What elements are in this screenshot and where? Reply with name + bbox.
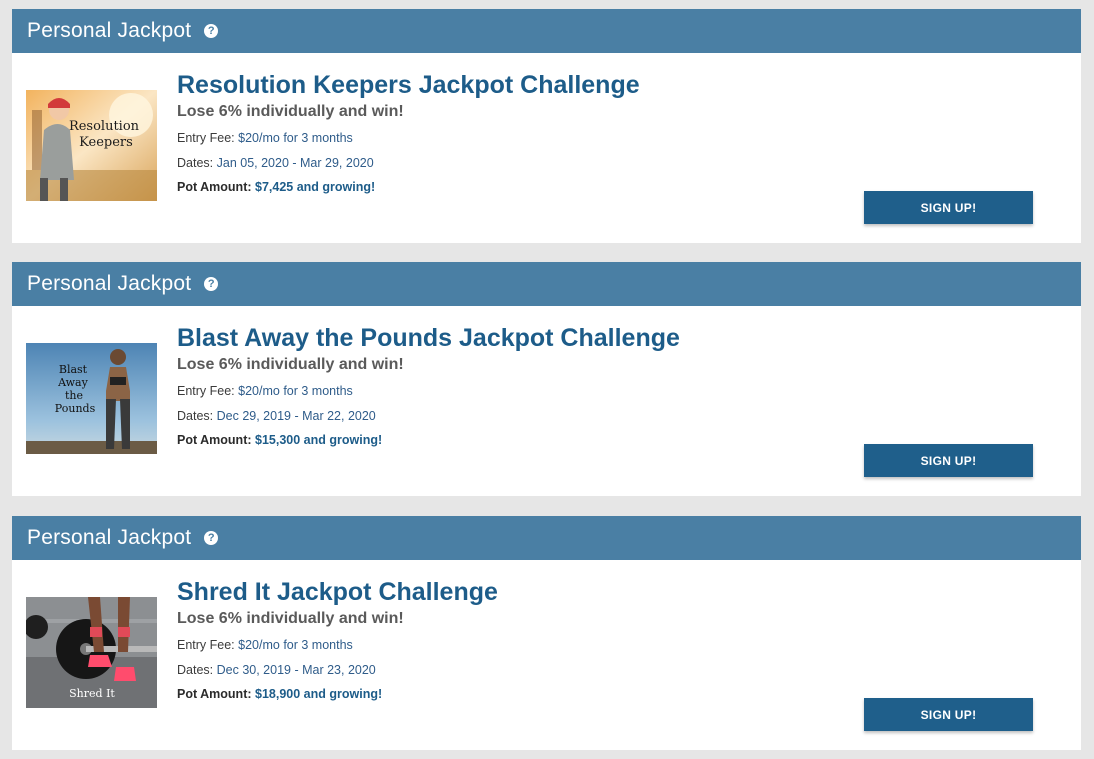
challenge-thumbnail[interactable]: Shred It — [26, 597, 157, 708]
thumbnail-caption-line2: Away — [57, 376, 88, 389]
card-header-title: Personal Jackpot — [27, 526, 192, 549]
thumbnail-caption: Shred It — [69, 687, 115, 700]
challenge-thumbnail[interactable]: Resolution Keepers — [26, 90, 157, 201]
pot-amount: Pot Amount: $15,300 and growing! — [177, 432, 680, 448]
thumbnail-caption-line1: Blast — [59, 363, 88, 376]
entry-fee-value: $20/mo for 3 months — [238, 131, 353, 145]
challenge-subtitle: Lose 6% individually and win! — [177, 356, 404, 373]
sign-up-button[interactable]: SIGN UP! — [864, 444, 1033, 477]
pot-amount-label: Pot Amount: — [177, 433, 252, 447]
challenge-details: Shred It Jackpot Challenge Lose 6% indiv… — [177, 577, 498, 702]
dates-value: Dec 29, 2019 - Mar 22, 2020 — [216, 409, 376, 423]
entry-fee-label: Entry Fee: — [177, 131, 235, 145]
challenge-title[interactable]: Blast Away the Pounds Jackpot Challenge — [177, 323, 680, 353]
sign-up-button[interactable]: SIGN UP! — [864, 698, 1033, 731]
entry-fee-label: Entry Fee: — [177, 384, 235, 398]
thumbnail-caption-line3: the — [65, 389, 83, 402]
pot-amount-label: Pot Amount: — [177, 687, 252, 701]
challenge-details: Blast Away the Pounds Jackpot Challenge … — [177, 323, 680, 448]
question-circle-icon[interactable]: ? — [204, 531, 219, 545]
challenge-thumbnail[interactable]: Blast Away the Pounds — [26, 343, 157, 454]
entry-fee-value: $20/mo for 3 months — [238, 384, 353, 398]
dates-value: Dec 30, 2019 - Mar 23, 2020 — [216, 663, 376, 677]
thumbnail-caption-line4: Pounds — [55, 402, 96, 415]
card-header-title: Personal Jackpot — [27, 19, 192, 42]
entry-fee: Entry Fee: $20/mo for 3 months — [177, 637, 498, 653]
question-circle-icon[interactable]: ? — [204, 277, 219, 291]
challenge-subtitle: Lose 6% individually and win! — [177, 610, 404, 627]
pot-amount-value: $7,425 and growing! — [255, 180, 376, 194]
thumbnail-caption-line1: Resolution — [69, 119, 140, 134]
challenge-title[interactable]: Shred It Jackpot Challenge — [177, 577, 498, 607]
card-header: Personal Jackpot ? — [12, 9, 1081, 53]
entry-fee: Entry Fee: $20/mo for 3 months — [177, 130, 640, 146]
sign-up-button[interactable]: SIGN UP! — [864, 191, 1033, 224]
challenge-card-resolution-keepers: Personal Jackpot ? Resolution Keepers Re… — [12, 9, 1081, 243]
challenge-dates: Dates: Jan 05, 2020 - Mar 29, 2020 — [177, 155, 640, 171]
dates-label: Dates: — [177, 156, 214, 170]
dates-label: Dates: — [177, 663, 214, 677]
challenge-details: Resolution Keepers Jackpot Challenge Los… — [177, 70, 640, 195]
entry-fee-label: Entry Fee: — [177, 638, 235, 652]
challenge-card-blast-away-the-pounds: Personal Jackpot ? Blast Away the Pounds — [12, 262, 1081, 496]
challenge-dates: Dates: Dec 29, 2019 - Mar 22, 2020 — [177, 408, 680, 424]
challenge-card-shred-it: Personal Jackpot ? Shred It Shred It Jac… — [12, 516, 1081, 750]
entry-fee: Entry Fee: $20/mo for 3 months — [177, 383, 680, 399]
dates-value: Jan 05, 2020 - Mar 29, 2020 — [216, 156, 374, 170]
pot-amount-value: $18,900 and growing! — [255, 687, 383, 701]
challenge-subtitle: Lose 6% individually and win! — [177, 103, 404, 120]
pot-amount: Pot Amount: $18,900 and growing! — [177, 686, 498, 702]
pot-amount-label: Pot Amount: — [177, 180, 252, 194]
dates-label: Dates: — [177, 409, 214, 423]
thumbnail-caption-line2: Keepers — [79, 135, 133, 150]
card-header-title: Personal Jackpot — [27, 272, 192, 295]
challenge-title[interactable]: Resolution Keepers Jackpot Challenge — [177, 70, 640, 100]
challenge-dates: Dates: Dec 30, 2019 - Mar 23, 2020 — [177, 662, 498, 678]
pot-amount: Pot Amount: $7,425 and growing! — [177, 179, 640, 195]
card-header: Personal Jackpot ? — [12, 516, 1081, 560]
card-header: Personal Jackpot ? — [12, 262, 1081, 306]
question-circle-icon[interactable]: ? — [204, 24, 219, 38]
entry-fee-value: $20/mo for 3 months — [238, 638, 353, 652]
pot-amount-value: $15,300 and growing! — [255, 433, 383, 447]
